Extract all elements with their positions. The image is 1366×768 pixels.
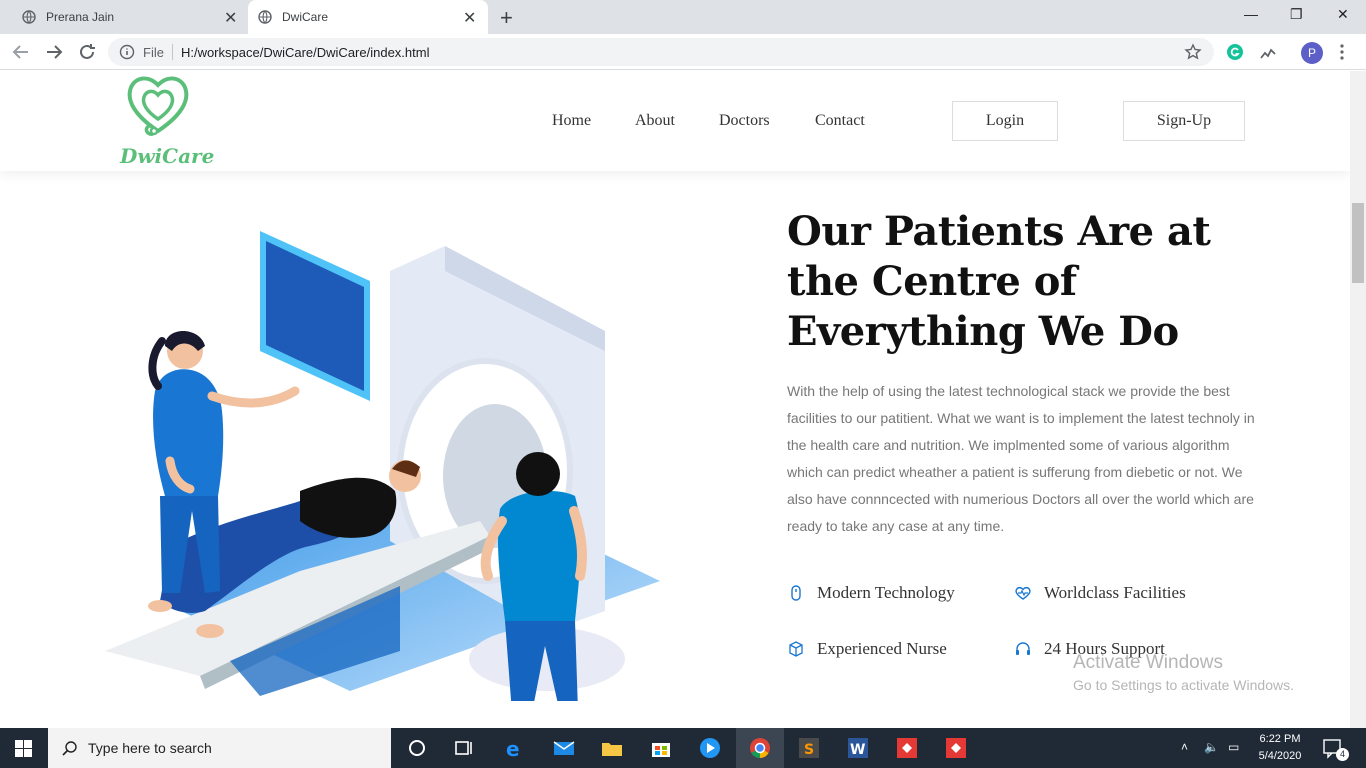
nav-home[interactable]: Home [552,112,591,130]
nav-contact[interactable]: Contact [815,112,865,130]
browser-toolbar: File H:/workspace/DwiCare/DwiCare/index.… [0,34,1366,70]
svg-text:S: S [804,742,814,758]
globe-icon [22,10,36,24]
minimize-icon[interactable]: — [1244,6,1258,22]
mouse-icon [791,585,801,601]
browser-tab-strip: Prerana Jain ✕ DwiCare ✕ + — ❐ ✕ [0,0,1366,34]
divider [171,44,173,60]
scrollbar-thumb[interactable] [1352,203,1364,283]
heartbeat-icon [1015,586,1031,600]
url-scheme: File [143,44,164,60]
grammarly-icon[interactable] [1226,43,1244,61]
headset-icon [1016,642,1030,655]
mail-icon[interactable] [552,736,576,760]
site-header: DwiCare Home About Doctors Contact Login… [0,71,1350,171]
cortana-icon[interactable] [405,736,429,760]
nav-about[interactable]: About [635,112,675,130]
media-player-icon[interactable] [698,736,722,760]
git-app-icon[interactable] [895,736,919,760]
more-menu-icon[interactable] [1340,43,1344,61]
globe-icon [258,10,272,24]
tab-title: Prerana Jain [46,10,115,24]
volume-icon[interactable]: 🔈 [1204,740,1219,754]
close-window-icon[interactable]: ✕ [1337,6,1349,23]
windows-taskbar: Type here to search e S W ˄ 🔈 ▭ 6:22 PM … [0,728,1366,768]
browser-tab[interactable]: Prerana Jain ✕ [12,0,247,34]
feature-modern-technology: Modern Technology [788,583,955,603]
feature-experienced-nurse: Experienced Nurse [788,639,947,659]
forward-icon[interactable] [43,41,65,63]
cube-icon [789,641,803,657]
feature-label: Worldclass Facilities [1044,583,1186,602]
file-explorer-icon[interactable] [600,736,624,760]
feature-label: Experienced Nurse [817,639,947,658]
address-bar[interactable]: File H:/workspace/DwiCare/DwiCare/index.… [108,38,1214,66]
edge-icon[interactable]: e [503,736,527,760]
chrome-icon[interactable] [748,736,772,760]
activate-windows-subtitle: Go to Settings to activate Windows. [1073,677,1294,693]
signup-button[interactable]: Sign-Up [1123,101,1245,141]
svg-text:e: e [506,737,520,760]
svg-text:W: W [850,742,865,758]
battery-icon[interactable]: ▭ [1228,740,1239,754]
reload-icon[interactable] [76,41,98,63]
clock-date: 5/4/2020 [1258,750,1302,762]
page-viewport: DwiCare Home About Doctors Contact Login… [0,71,1350,728]
feature-worldclass-facilities: Worldclass Facilities [1015,583,1186,603]
info-icon[interactable] [119,44,135,60]
search-placeholder: Type here to search [88,740,212,756]
activate-windows-title: Activate Windows [1073,652,1223,673]
page-scrollbar[interactable] [1350,71,1366,728]
feature-label: Modern Technology [817,583,955,602]
notification-count-badge: 4 [1336,748,1349,761]
taskbar-search[interactable]: Type here to search [48,728,391,768]
dwicare-logo-icon[interactable] [124,71,192,139]
search-icon [62,741,77,756]
tab-title: DwiCare [282,10,329,24]
extension-chart-icon[interactable] [1259,43,1277,61]
git-app-icon[interactable] [944,736,968,760]
profile-avatar[interactable]: P [1301,42,1323,64]
bookmark-star-icon[interactable] [1184,43,1202,61]
back-icon[interactable] [10,41,32,63]
brand-name: DwiCare [120,144,215,168]
close-tab-icon[interactable]: ✕ [224,8,237,28]
hero-description: With the help of using the latest techno… [787,383,1255,534]
restore-icon[interactable]: ❐ [1290,6,1303,23]
login-button[interactable]: Login [952,101,1058,141]
system-clock[interactable]: 6:22 PM 5/4/2020 [1250,731,1310,765]
mri-illustration [105,231,660,701]
nav-doctors[interactable]: Doctors [719,112,770,130]
browser-tab-active[interactable]: DwiCare ✕ [248,0,488,34]
task-view-icon[interactable] [452,736,476,760]
windows-start-icon[interactable] [15,740,32,757]
word-icon[interactable]: W [846,736,870,760]
url-text[interactable]: H:/workspace/DwiCare/DwiCare/index.html [181,45,430,60]
store-icon[interactable] [649,736,673,760]
hero-headline: Our Patients Are at the Centre of Everyt… [787,208,1211,355]
close-tab-icon[interactable]: ✕ [463,8,476,28]
tray-chevron-icon[interactable]: ˄ [1181,740,1188,754]
clock-time: 6:22 PM [1259,733,1301,745]
new-tab-icon[interactable]: + [500,5,513,31]
sublime-text-icon[interactable]: S [797,736,821,760]
